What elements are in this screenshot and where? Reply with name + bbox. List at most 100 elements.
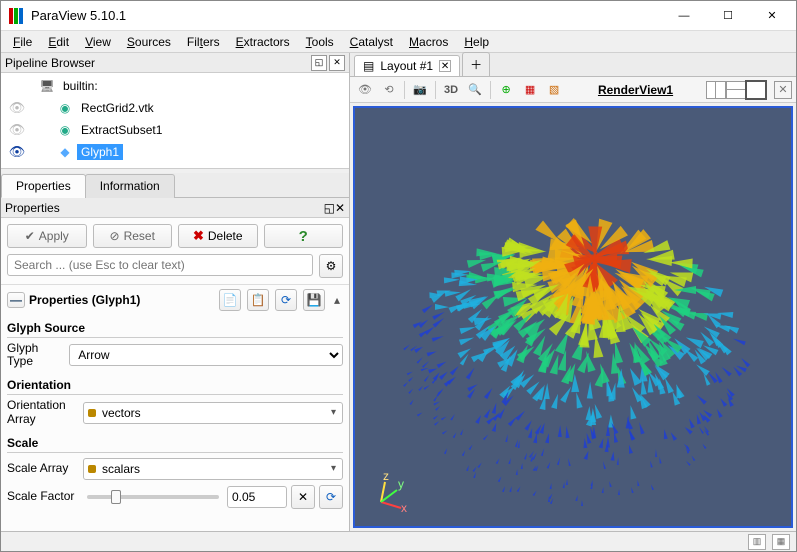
delete-icon: ✖: [193, 228, 204, 244]
menu-file[interactable]: File: [5, 33, 40, 51]
render-view[interactable]: x z y: [353, 106, 793, 528]
properties-dock-button[interactable]: ◱: [324, 201, 335, 215]
pipeline-item-label: builtin:: [59, 78, 102, 94]
select-points-button[interactable]: ▦: [519, 79, 541, 101]
layout-add-tab-button[interactable]: ＋: [462, 52, 490, 76]
menu-bar: FileEditViewSourcesFiltersExtractorsTool…: [1, 31, 796, 53]
scale-array-value: scalars: [102, 462, 140, 476]
apply-icon: ✔: [25, 229, 35, 243]
apply-button[interactable]: ✔ Apply: [7, 224, 87, 248]
scale-factor-slider[interactable]: [87, 495, 219, 499]
orientation-group: Orientation: [7, 372, 343, 395]
menu-filters[interactable]: Filters: [179, 33, 228, 51]
pipeline-browser-title: Pipeline Browser: [5, 56, 309, 70]
menu-macros[interactable]: Macros: [401, 33, 456, 51]
tab-properties[interactable]: Properties: [1, 174, 86, 198]
copy-icon: 📄: [223, 293, 238, 307]
menu-sources[interactable]: Sources: [119, 33, 179, 51]
section-title: Properties (Glyph1): [29, 293, 213, 307]
menu-tools[interactable]: Tools: [298, 33, 342, 51]
pipeline-dock-button[interactable]: ◱: [311, 55, 327, 71]
paste-icon: 📋: [251, 293, 266, 307]
help-icon: ?: [299, 228, 308, 245]
reload-button[interactable]: ⟳: [275, 289, 297, 311]
app-logo-icon: [9, 8, 25, 24]
pipeline-item-glyph1[interactable]: 👁◆Glyph1: [1, 141, 349, 163]
layout-tab-1[interactable]: ▤ Layout #1 ✕: [354, 55, 460, 76]
status-bar: ▥ ▦: [1, 531, 796, 551]
window-close-button[interactable]: ✕: [750, 2, 794, 30]
copy-button[interactable]: 📄: [219, 289, 241, 311]
layout-tab-label: Layout #1: [380, 59, 433, 73]
glyph-type-label: Glyph Type: [7, 342, 65, 368]
pipeline-item-rectgrid2vtk[interactable]: 👁◉RectGrid2.vtk: [1, 97, 349, 119]
pipeline-browser-header: Pipeline Browser ◱ ✕: [1, 53, 349, 73]
close-view-button[interactable]: ✕: [774, 81, 792, 99]
menu-help[interactable]: Help: [456, 33, 497, 51]
screenshot-button[interactable]: 📷: [409, 79, 431, 101]
paste-button[interactable]: 📋: [247, 289, 269, 311]
properties-panel-header: Properties ◱ ✕: [1, 198, 349, 218]
interaction-mode-button[interactable]: 3D: [440, 79, 462, 101]
svg-text:y: y: [398, 477, 404, 491]
select-cells-button[interactable]: ⊕: [495, 79, 517, 101]
reset-icon: ⊘: [110, 229, 120, 243]
glyph-type-select[interactable]: Arrow: [69, 344, 343, 366]
reload-icon: ⟳: [281, 293, 291, 307]
window-title: ParaView 5.10.1: [31, 8, 662, 23]
delete-button[interactable]: ✖Delete: [178, 224, 258, 248]
scale-array-label: Scale Array: [7, 462, 79, 475]
select-block-button[interactable]: ▧: [543, 79, 565, 101]
layout-tab-bar: ▤ Layout #1 ✕ ＋: [350, 53, 796, 77]
advanced-toggle-button[interactable]: ⚙: [319, 254, 343, 278]
orientation-array-select[interactable]: vectors: [83, 402, 343, 424]
apply-label: Apply: [39, 229, 69, 243]
properties-panel-title: Properties: [5, 201, 324, 215]
layout-tab-close-button[interactable]: ✕: [439, 60, 451, 72]
scale-factor-reset-button[interactable]: ✕: [291, 485, 315, 509]
pipeline-item-extractsubset1[interactable]: 👁◉ExtractSubset1: [1, 119, 349, 141]
window-minimize-button[interactable]: —: [662, 2, 706, 30]
reset-label: Reset: [124, 229, 155, 243]
split-horizontal-button[interactable]: [706, 81, 726, 99]
properties-search-input[interactable]: [7, 254, 313, 276]
menu-catalyst[interactable]: Catalyst: [342, 33, 401, 51]
view-toolbar: 👁 ⟲ 📷 3D 🔍 ⊕ ▦ ▧ RenderView1 ✕: [350, 77, 796, 103]
maximize-view-button[interactable]: [746, 81, 766, 99]
reload-icon: ⟳: [326, 490, 336, 504]
section-collapse-button[interactable]: —: [7, 292, 25, 308]
scale-factor-rescale-button[interactable]: ⟳: [319, 485, 343, 509]
pipeline-close-button[interactable]: ✕: [329, 55, 345, 71]
split-vertical-button[interactable]: [726, 81, 746, 99]
help-button[interactable]: ?: [264, 224, 344, 248]
pipeline-item-builtin[interactable]: 🖥builtin:: [1, 75, 349, 97]
window-maximize-button[interactable]: ☐: [706, 2, 750, 30]
properties-close-button[interactable]: ✕: [335, 201, 345, 215]
visibility-eye-icon[interactable]: 👁: [5, 122, 29, 138]
data-icon: ◉: [57, 100, 73, 116]
status-grid-button[interactable]: ▦: [772, 534, 790, 550]
menu-view[interactable]: View: [77, 33, 119, 51]
render-view-title: RenderView1: [567, 83, 704, 97]
scale-array-select[interactable]: scalars: [83, 458, 343, 480]
visibility-eye-icon[interactable]: 👁: [5, 144, 29, 160]
visibility-eye-icon[interactable]: 👁: [5, 100, 29, 116]
reset-button[interactable]: ⊘ Reset: [93, 224, 173, 248]
section-scroll-up[interactable]: ▴: [331, 289, 343, 311]
tab-information[interactable]: Information: [85, 174, 175, 198]
zoom-to-data-button[interactable]: 🔍: [464, 79, 486, 101]
camera-reset-button[interactable]: ⟲: [378, 79, 400, 101]
orientation-array-label: Orientation Array: [7, 399, 79, 425]
seek-button[interactable]: 👁: [354, 79, 376, 101]
gear-icon: ⚙: [326, 259, 337, 273]
filter-icon: ◉: [57, 122, 73, 138]
save-defaults-button[interactable]: 💾: [303, 289, 325, 311]
menu-extractors[interactable]: Extractors: [228, 33, 298, 51]
layout-menu-icon: ▤: [363, 59, 374, 73]
status-layout-button[interactable]: ▥: [748, 534, 766, 550]
server-icon: 🖥: [39, 78, 55, 94]
window-titlebar: ParaView 5.10.1 — ☐ ✕: [1, 1, 796, 31]
menu-edit[interactable]: Edit: [40, 33, 77, 51]
pipeline-tree[interactable]: 🖥builtin:👁◉RectGrid2.vtk👁◉ExtractSubset1…: [1, 73, 349, 169]
scale-factor-input[interactable]: [227, 486, 287, 508]
